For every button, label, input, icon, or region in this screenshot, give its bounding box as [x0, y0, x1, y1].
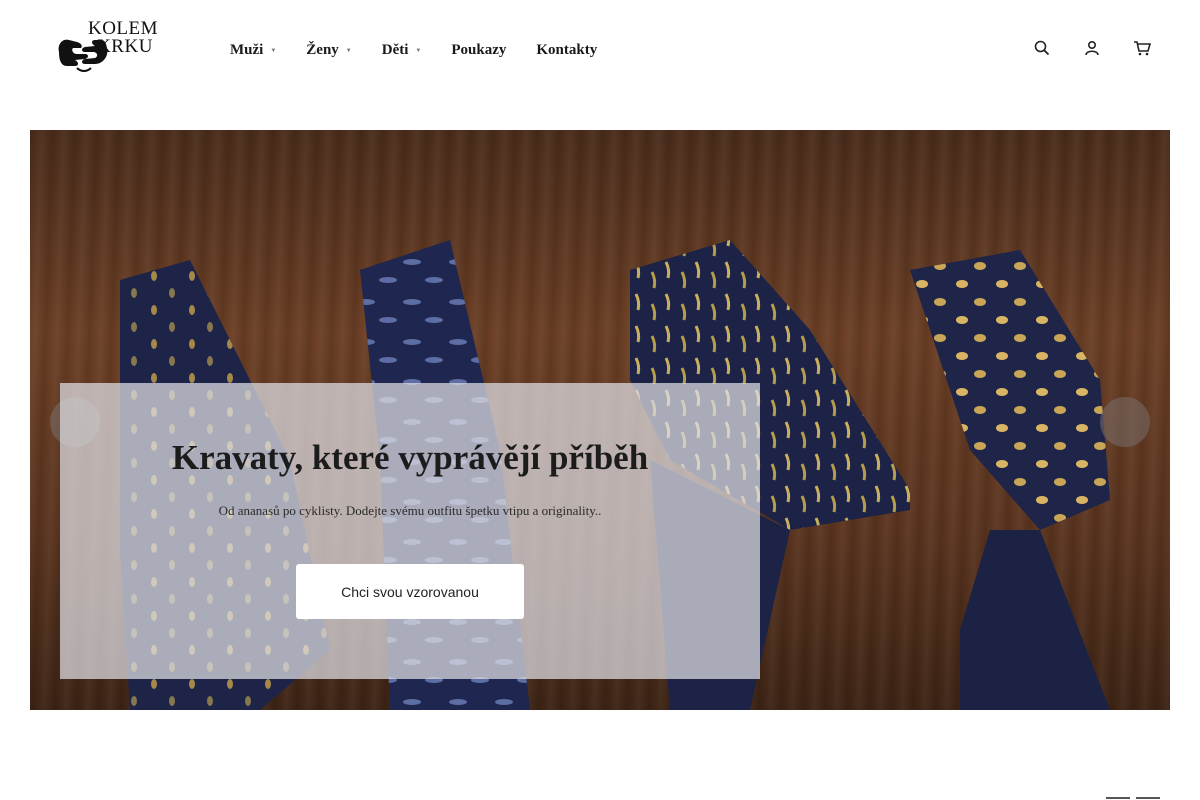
nav-item-poukazy[interactable]: Poukazy — [451, 40, 506, 60]
logo-line-2: KRKU — [97, 36, 153, 57]
search-icon[interactable] — [1032, 38, 1052, 58]
logo[interactable]: KOLEM KRKU — [55, 19, 165, 76]
chevron-down-icon: ▼ — [415, 48, 422, 54]
slide-title: Kravaty, které vyprávějí příběh — [171, 438, 649, 477]
chevron-down-icon: ▼ — [345, 48, 352, 54]
nav-item-zeny[interactable]: Ženy ▼ — [306, 40, 351, 60]
chevron-down-icon: ▼ — [270, 48, 277, 54]
cart-icon[interactable] — [1132, 38, 1152, 58]
pagination-dot[interactable] — [1136, 797, 1160, 799]
nav-item-muzi[interactable]: Muži ▼ — [230, 40, 276, 60]
slider-next-button[interactable] — [1100, 397, 1150, 447]
user-icon[interactable] — [1082, 38, 1102, 58]
header-actions — [1002, 38, 1152, 58]
nav-label: Poukazy — [451, 41, 507, 58]
logo-wordmark: KOLEM KRKU — [83, 19, 163, 57]
slide-caption-box: Kravaty, které vyprávějí příběh Od anana… — [60, 383, 760, 679]
site-header: KOLEM KRKU Muži ▼ Ženy ▼ Děti ▼ Poukazy … — [0, 0, 1200, 100]
nav-item-kontakty[interactable]: Kontakty — [536, 40, 597, 60]
nav-label: Kontakty — [536, 41, 598, 58]
slider-pagination — [1100, 797, 1160, 799]
pagination-dot[interactable] — [1106, 797, 1130, 799]
hero-slider: Kravaty, které vyprávějí příběh Od anana… — [30, 130, 1170, 710]
nav-item-deti[interactable]: Děti ▼ — [382, 40, 422, 60]
nav-label: Muži — [230, 41, 264, 58]
slide-cta-button[interactable]: Chci svou vzorovanou — [296, 564, 524, 619]
nav-label: Ženy — [306, 41, 339, 58]
main-nav: Muži ▼ Ženy ▼ Děti ▼ Poukazy Kontakty — [230, 40, 627, 60]
slide-subtitle: Od ananasů po cyklisty. Dodejte svému ou… — [218, 503, 602, 518]
nav-label: Děti — [381, 41, 409, 58]
